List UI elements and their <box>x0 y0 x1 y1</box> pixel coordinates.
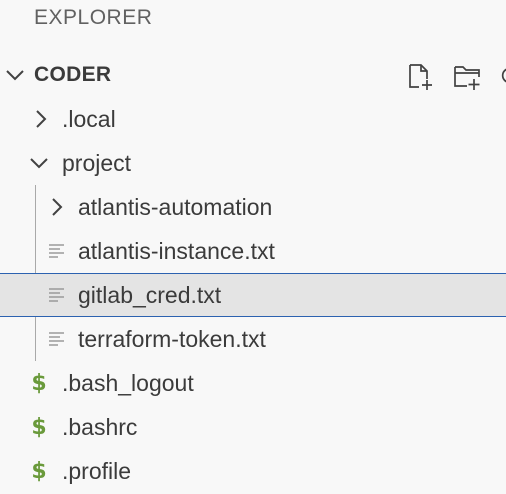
tree-item-label: .local <box>62 106 116 132</box>
refresh-icon[interactable] <box>496 61 506 91</box>
tree-item-label: atlantis-instance.txt <box>78 238 275 264</box>
explorer-panel: EXPLORER CODER .local project atlantis-a… <box>0 0 506 494</box>
text-file-icon <box>45 273 69 317</box>
tree-item-file-bash-logout[interactable]: $ .bash_logout <box>0 361 506 405</box>
tree-item-file-gitlab-cred[interactable]: gitlab_cred.txt <box>0 273 506 317</box>
tree-item-label: gitlab_cred.txt <box>78 282 222 308</box>
new-folder-icon[interactable] <box>452 61 482 91</box>
tree-item-file-profile[interactable]: $ .profile <box>0 449 506 493</box>
section-header-coder[interactable]: CODER <box>0 53 506 97</box>
tree-item-folder-project[interactable]: project <box>0 141 506 185</box>
text-file-icon <box>45 229 69 273</box>
chevron-right-icon <box>45 185 69 229</box>
tree-item-folder-atlantis-automation[interactable]: atlantis-automation <box>0 185 506 229</box>
tree-item-label: project <box>62 150 132 176</box>
tree-item-label: .bashrc <box>62 414 138 440</box>
chevron-right-icon <box>29 97 53 141</box>
tree-item-file-atlantis-instance[interactable]: atlantis-instance.txt <box>0 229 506 273</box>
new-file-icon[interactable] <box>405 61 435 91</box>
tree-item-label: .bash_logout <box>62 370 194 396</box>
chevron-down-icon <box>27 141 51 185</box>
tree-item-label: .profile <box>62 458 132 484</box>
tree-item-folder-local[interactable]: .local <box>0 97 506 141</box>
text-file-icon <box>45 317 69 361</box>
tree-item-label: atlantis-automation <box>78 194 273 220</box>
tree-item-file-terraform-token[interactable]: terraform-token.txt <box>0 317 506 361</box>
tree-item-file-bashrc[interactable]: $ .bashrc <box>0 405 506 449</box>
shell-script-icon: $ <box>31 458 47 484</box>
section-title: CODER <box>34 63 112 86</box>
explorer-title: EXPLORER <box>34 6 153 29</box>
chevron-down-icon <box>6 70 24 81</box>
shell-script-icon: $ <box>31 414 47 440</box>
shell-script-icon: $ <box>31 370 47 396</box>
tree-item-label: terraform-token.txt <box>78 326 266 352</box>
